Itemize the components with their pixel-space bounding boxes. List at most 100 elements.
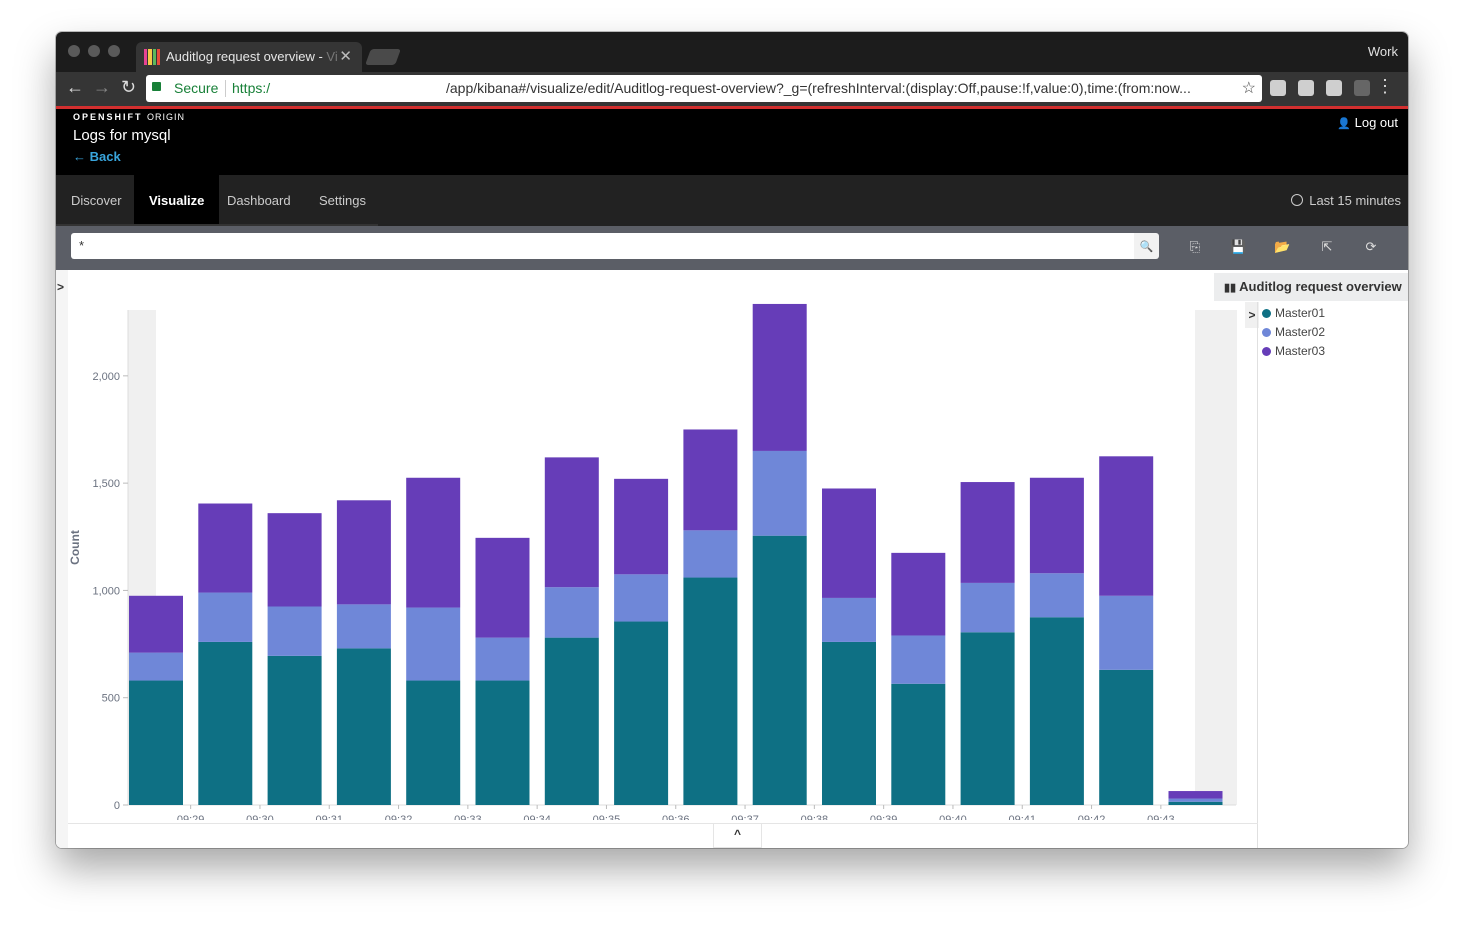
- x-tick-label: 09:30: [246, 814, 274, 820]
- close-window-button[interactable]: [68, 45, 80, 57]
- search-button[interactable]: 🔍: [1134, 233, 1159, 259]
- bar-segment-master02: [614, 574, 669, 622]
- save-icon[interactable]: 💾: [1230, 240, 1246, 254]
- legend-label: Master01: [1275, 306, 1326, 320]
- legend-item-master01[interactable]: Master01: [1262, 306, 1325, 320]
- x-tick-label: 09:33: [454, 814, 482, 820]
- visualization-title: ▮▮ Auditlog request overview: [1214, 273, 1408, 301]
- bar-segment-master03: [891, 552, 946, 636]
- legend-label: Master03: [1275, 344, 1326, 358]
- secure-label: Secure: [174, 80, 219, 96]
- y-tick-label: 2,000: [92, 371, 120, 383]
- bar-segment-master01: [406, 680, 461, 805]
- bar-segment-master03: [129, 595, 183, 653]
- zoom-window-button[interactable]: [108, 45, 120, 57]
- back-link[interactable]: ← Back: [73, 149, 121, 164]
- bar-segment-master01: [891, 683, 946, 805]
- title-bar: Auditlog request overview - Vi ✕ Work: [56, 32, 1408, 72]
- stacked-bar-chart: 0 500 1,000 1,500 2,000 09:29 09:30 09:31 09:32 0…: [68, 303, 1237, 820]
- bar-segment-master02: [475, 637, 530, 681]
- tab-settings[interactable]: Settings: [304, 175, 381, 226]
- bar-segment-master01: [198, 641, 253, 805]
- open-icon[interactable]: 📂: [1274, 240, 1290, 254]
- bar-segment-master01: [336, 648, 391, 805]
- x-tick-label: 09:35: [593, 814, 621, 820]
- bar-segment-master02: [960, 582, 1015, 633]
- bar-chart-icon: ▮▮: [1224, 282, 1240, 294]
- bookmark-star-icon[interactable]: ☆: [1242, 75, 1256, 102]
- bar-segment-master02: [891, 635, 946, 684]
- search-icon: 🔍: [1139, 241, 1154, 253]
- browser-menu-icon[interactable]: ⋮: [1376, 76, 1394, 97]
- out-of-range-zone: [1195, 310, 1237, 805]
- bar-segment-master03: [544, 457, 599, 588]
- new-tab-button[interactable]: [365, 49, 401, 65]
- bar-segment-master03: [683, 429, 738, 531]
- extension-icon[interactable]: [1354, 80, 1370, 96]
- logout-link[interactable]: 👤 Log out: [1337, 115, 1398, 130]
- browser-window: Auditlog request overview - Vi ✕ Work ← …: [56, 32, 1408, 848]
- user-icon: 👤: [1337, 118, 1351, 130]
- browser-toolbar: ← → ↻ Secure https:/ /app/kibana#/visual…: [56, 72, 1408, 106]
- forward-arrow-icon[interactable]: →: [93, 77, 111, 98]
- tab-close-icon[interactable]: ✕: [339, 47, 352, 65]
- visualization-area: > 0 500 1,000 1,500 2,000 09:29 09:30 09:31 09:3…: [56, 270, 1408, 848]
- x-tick-label: 09:39: [870, 814, 898, 820]
- search-input[interactable]: *: [71, 233, 1134, 259]
- kibana-nav: Discover Visualize Dashboard Settings La…: [56, 175, 1408, 226]
- bar-segment-master01: [1029, 617, 1084, 805]
- address-bar[interactable]: Secure https:/ /app/kibana#/visualize/ed…: [146, 75, 1262, 102]
- bar-segment-master03: [1029, 477, 1084, 574]
- x-tick-label: 09:31: [315, 814, 343, 820]
- y-tick-label: 1,500: [92, 478, 120, 490]
- lock-icon: [152, 82, 161, 91]
- openshift-header: OPENSHIFT ORIGIN Logs for mysql ← Back 👤…: [56, 109, 1408, 175]
- bar-segment-master03: [822, 488, 876, 598]
- legend-dot-icon: [1262, 328, 1271, 337]
- legend-item-master03[interactable]: Master03: [1262, 344, 1325, 358]
- browser-tab[interactable]: Auditlog request overview - Vi ✕: [136, 42, 362, 72]
- refresh-icon[interactable]: ⟳: [1364, 240, 1378, 254]
- minimize-window-button[interactable]: [88, 45, 100, 57]
- tab-discover[interactable]: Discover: [56, 175, 137, 226]
- extension-icon[interactable]: [1298, 80, 1314, 96]
- x-tick-label: 09:34: [523, 814, 551, 820]
- url-scheme: https:/: [232, 80, 271, 96]
- tab-dashboard[interactable]: Dashboard: [212, 175, 306, 226]
- expand-panel-icon[interactable]: ^: [713, 824, 762, 848]
- back-arrow-icon[interactable]: ←: [66, 77, 84, 98]
- x-tick-label: 09:43: [1147, 814, 1175, 820]
- bar-segment-master03: [752, 303, 807, 451]
- clock-icon: [1291, 194, 1304, 206]
- time-picker[interactable]: Last 15 minutes: [1291, 193, 1401, 208]
- openshift-logo: OPENSHIFT ORIGIN: [73, 112, 186, 122]
- legend-label: Master02: [1275, 325, 1326, 339]
- share-icon[interactable]: ⇱: [1320, 240, 1334, 254]
- bar-segment-master01: [544, 637, 599, 805]
- extension-icon[interactable]: [1326, 80, 1342, 96]
- bar-segment-master01: [1168, 801, 1223, 805]
- bar-segment-master02: [1168, 798, 1223, 802]
- sidebar-collapse-icon[interactable]: >: [57, 280, 64, 294]
- bar-segment-master02: [267, 606, 322, 656]
- tab-visualize[interactable]: Visualize: [134, 175, 220, 226]
- bar-segment-master01: [683, 577, 738, 805]
- kibana-favicon-icon: [144, 49, 160, 65]
- back-arrow-icon: ←: [73, 149, 86, 164]
- bar-segment-master03: [475, 537, 530, 638]
- y-axis-title: Count: [68, 530, 82, 565]
- x-tick-label: 09:36: [662, 814, 690, 820]
- reload-icon[interactable]: ↻: [121, 77, 136, 98]
- bar-segment-master02: [752, 450, 807, 536]
- legend-dot-icon: [1262, 347, 1271, 356]
- bar-segment-master02: [129, 652, 183, 681]
- bar-segment-master01: [614, 621, 669, 805]
- y-tick-label: 1,000: [92, 585, 120, 597]
- legend-item-master02[interactable]: Master02: [1262, 325, 1325, 339]
- new-visualization-icon[interactable]: ⎘: [1188, 240, 1202, 254]
- extension-icon[interactable]: [1270, 80, 1286, 96]
- url-path: /app/kibana#/visualize/edit/Auditlog-req…: [446, 80, 1191, 96]
- bar-segment-master03: [614, 478, 669, 575]
- profile-name[interactable]: Work: [1368, 44, 1398, 59]
- bar-segment-master02: [1029, 573, 1084, 618]
